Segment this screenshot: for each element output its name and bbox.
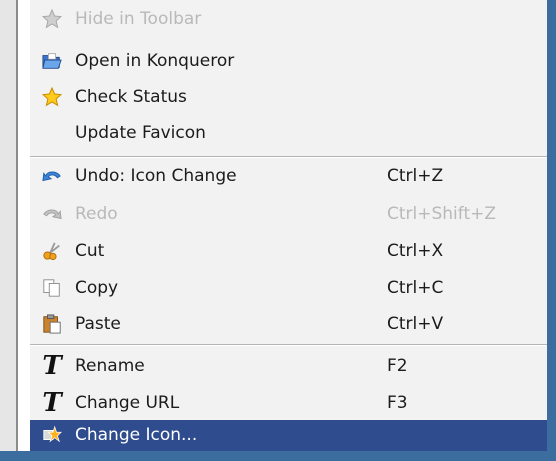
menu-item-label: Change URL [75, 393, 180, 413]
scissors-icon [42, 241, 62, 261]
background-window-edge [0, 0, 16, 461]
star-icon [42, 86, 62, 107]
menu-gutter [18, 0, 30, 451]
text-t-icon: T [42, 351, 62, 381]
copy-icon [42, 278, 62, 298]
menu-item-hide-in-toolbar[interactable]: Hide in Toolbar [30, 1, 547, 37]
menu-item-label: Redo [75, 204, 118, 224]
menu-item-shortcut: Ctrl+Shift+Z [387, 204, 497, 224]
change-icon-icon [42, 425, 62, 445]
menu-item-label: Cut [75, 241, 105, 261]
menu-item-shortcut: F3 [387, 393, 408, 413]
menu-item-shortcut: F2 [387, 356, 408, 376]
window-frame-right [547, 0, 556, 461]
menu-item-shortcut: Ctrl+V [387, 314, 444, 334]
menu-item-cut[interactable]: Cut Ctrl+X [30, 233, 547, 269]
menu-item-copy[interactable]: Copy Ctrl+C [30, 270, 547, 306]
window-frame-bottom [0, 451, 556, 461]
menu-item-label: Open in Konqueror [75, 51, 235, 71]
undo-icon [42, 166, 62, 186]
menu-item-undo[interactable]: Undo: Icon Change Ctrl+Z [30, 158, 547, 194]
menu-item-redo[interactable]: Redo Ctrl+Shift+Z [30, 196, 547, 232]
paste-icon [42, 314, 62, 334]
menu-item-open-in-konqueror[interactable]: Open in Konqueror [30, 43, 547, 79]
star-gray-icon [42, 9, 62, 29]
menu-item-shortcut: Ctrl+Z [387, 166, 444, 186]
menu-item-label: Paste [75, 314, 121, 334]
redo-icon [42, 204, 62, 224]
menu-item-rename[interactable]: T Rename F2 [30, 348, 547, 384]
menu-item-label: Check Status [75, 87, 187, 107]
menu-item-shortcut: Ctrl+X [387, 241, 444, 261]
menu-separator [30, 344, 547, 346]
folder-open-icon [42, 51, 62, 71]
menu-item-label: Update Favicon [75, 123, 206, 143]
menu-item-paste[interactable]: Paste Ctrl+V [30, 306, 547, 342]
menu-item-label: Change Icon... [75, 425, 198, 445]
text-t-icon: T [42, 388, 62, 418]
menu-item-check-status[interactable]: Check Status [30, 79, 547, 115]
menu-item-label: Rename [75, 356, 145, 376]
menu-item-label: Hide in Toolbar [75, 9, 202, 29]
menu-item-label: Undo: Icon Change [75, 166, 237, 186]
menu-item-change-icon[interactable]: Change Icon... [30, 420, 547, 451]
menu-item-change-url[interactable]: T Change URL F3 [30, 385, 547, 421]
menu-item-label: Copy [75, 278, 119, 298]
menu-item-update-favicon[interactable]: Update Favicon [30, 115, 547, 151]
menu-item-shortcut: Ctrl+C [387, 278, 444, 298]
context-menu: Hide in Toolbar Open in Konqueror Check … [18, 0, 547, 451]
